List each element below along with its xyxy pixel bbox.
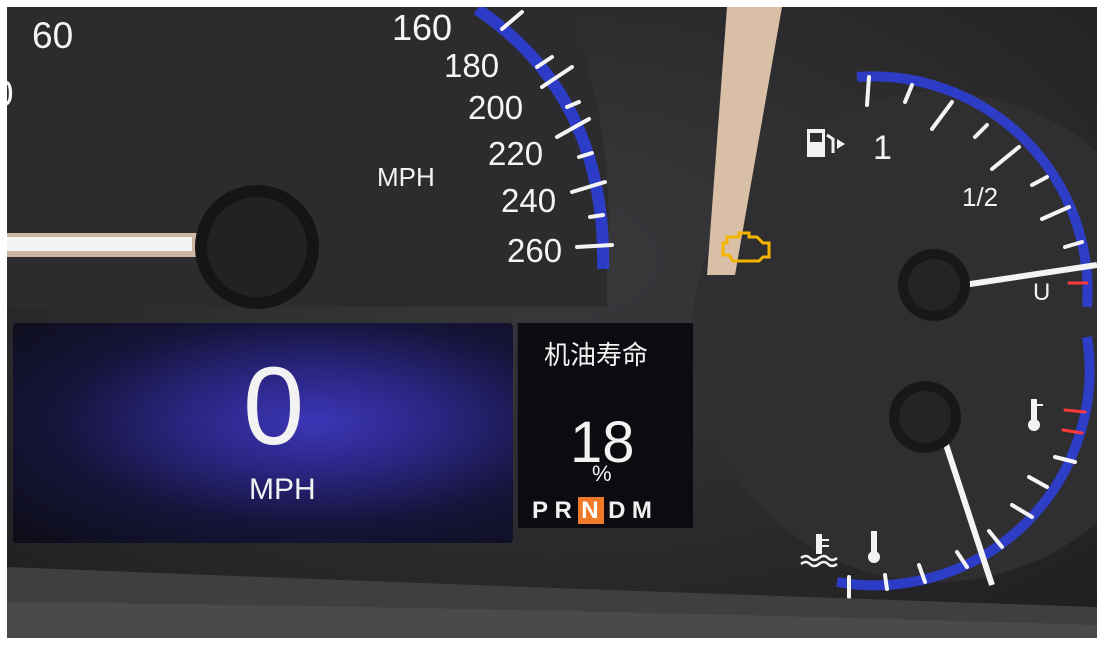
oil-life-title: 机油寿命 [544,341,649,371]
speed-label-200: 200 [468,89,524,126]
gear-r: R [554,497,574,524]
speed-label-180: 180 [444,47,500,84]
check-engine-icon [721,231,771,263]
digital-speed-unit: MPH [249,473,316,506]
speedometer-unit: MPH [377,162,435,192]
speed-label-240: 240 [501,182,557,219]
dashboard-photo: 60 0 160 180 200 220 240 260 MPH 1 1/2 U… [7,7,1097,638]
oil-life-unit: % [592,461,612,486]
gear-p: P [532,497,551,524]
temperature-icon [868,531,880,563]
gear-n-selected: N [578,497,604,524]
speed-label-220: 220 [488,135,544,172]
gear-d: D [608,497,628,524]
digital-speed-value: 0 [243,345,305,468]
fuel-full-label: 1 [873,129,892,167]
gear-m: M [631,497,654,524]
temperature-icon [1028,399,1043,431]
fuel-pump-icon [807,129,845,157]
oil-life-display: 机油寿命 18 % P R N D M [516,323,693,528]
speed-label-60: 60 [32,15,74,56]
fuel-half-label: 1/2 [962,182,999,212]
speed-label-160: 160 [392,7,453,48]
coolant-temperature-icon [800,534,838,568]
speed-label-260: 260 [507,232,563,269]
speed-label-partial: 0 [7,73,14,115]
fuel-empty-label: U [1033,279,1051,306]
digital-speed-display: 0 MPH [13,323,513,543]
gear-indicator: P R N D M [532,497,654,525]
